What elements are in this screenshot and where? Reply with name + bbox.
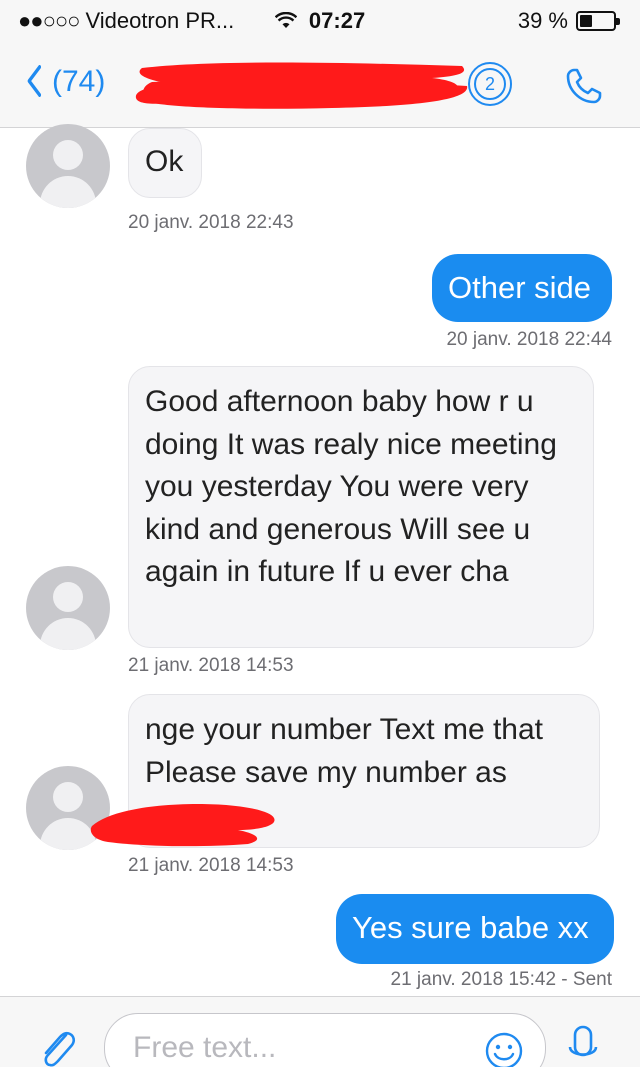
- wifi-icon: [274, 8, 303, 33]
- message-text: nge your number Text me that Please save…: [145, 713, 543, 789]
- thread-count: 2: [484, 73, 495, 94]
- message-bubble-outgoing[interactable]: Other side: [432, 254, 612, 322]
- avatar-body: [40, 176, 96, 208]
- paperclip-icon[interactable]: [36, 1027, 80, 1067]
- redacted-contact-name: [90, 804, 275, 847]
- avatar-head: [53, 782, 83, 812]
- message-text: Other side: [448, 270, 592, 305]
- phone-icon[interactable]: [562, 64, 606, 108]
- chevron-left-icon: [26, 64, 43, 99]
- avatar-body: [40, 618, 96, 650]
- contact-avatar: [26, 566, 110, 650]
- message-bubble-incoming[interactable]: Ok: [128, 128, 202, 198]
- microphone-icon[interactable]: [566, 1023, 600, 1067]
- thread-count-badge[interactable]: 2: [468, 62, 512, 106]
- thread-count-ring: 2: [474, 68, 506, 100]
- avatar-head: [53, 582, 83, 612]
- message-text: Ok: [145, 145, 184, 178]
- battery-icon: [576, 11, 620, 31]
- unread-count: (74): [52, 64, 106, 98]
- battery-fill: [580, 15, 593, 27]
- contact-avatar: [26, 124, 110, 208]
- avatar-head: [53, 140, 83, 170]
- message-timestamp: 20 janv. 2018 22:43: [128, 212, 294, 233]
- message-bubble-incoming[interactable]: Good afternoon baby how r u doing It was…: [128, 366, 594, 648]
- message-timestamp: 21 janv. 2018 14:53: [128, 655, 294, 676]
- message-timestamp: 21 janv. 2018 14:53: [128, 855, 294, 876]
- time-label: 07:27: [308, 8, 366, 33]
- message-timestamp: 21 janv. 2018 15:42 - Sent: [390, 969, 612, 990]
- battery-status: 39 %: [517, 8, 620, 34]
- message-timestamp: 20 janv. 2018 22:44: [446, 329, 612, 350]
- battery-percent: 39 %: [517, 8, 568, 33]
- back-button[interactable]: (74): [22, 64, 105, 99]
- message-input[interactable]: [104, 1013, 546, 1067]
- smiley-icon[interactable]: [484, 1031, 524, 1067]
- message-bubble-outgoing[interactable]: Yes sure babe xx: [336, 894, 614, 964]
- message-text: Good afternoon baby how r u doing It was…: [145, 385, 557, 588]
- status-bar: ●●○○○ Videotron PR... 07:27 39 %: [0, 0, 640, 40]
- message-text: Yes sure babe xx: [352, 910, 589, 945]
- redacted-contact-name: [135, 62, 468, 109]
- conversation-header: (74) 2: [0, 40, 640, 128]
- message-composer: [0, 996, 640, 1067]
